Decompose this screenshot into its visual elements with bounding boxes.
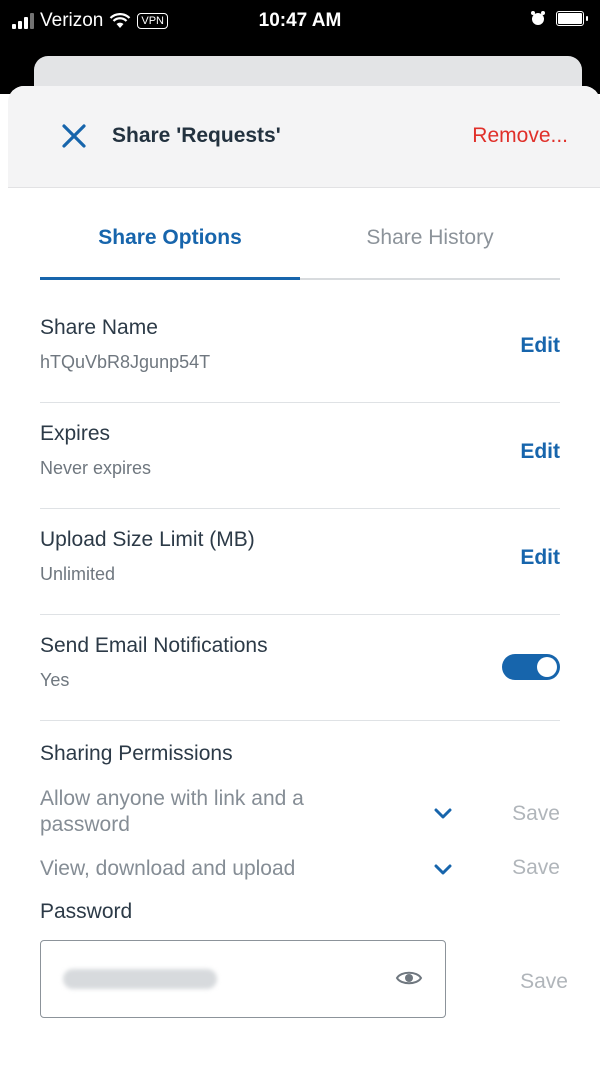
status-right: [530, 10, 588, 26]
access-permission-row: Allow anyone with link and a password Sa…: [40, 786, 560, 842]
setting-row-email-notifications: Send Email Notifications Yes: [40, 614, 560, 721]
tab-share-options[interactable]: Share Options: [40, 226, 300, 280]
remove-button[interactable]: Remove...: [472, 124, 568, 148]
eye-icon[interactable]: [395, 967, 423, 989]
email-notifications-label: Send Email Notifications: [40, 634, 268, 657]
email-notifications-value: Yes: [40, 670, 70, 690]
sheet-title: Share 'Requests': [112, 124, 281, 147]
battery-icon: [556, 10, 584, 26]
setting-row-upload-limit: Upload Size Limit (MB) Unlimited Edit: [40, 508, 560, 615]
setting-row-expires: Expires Never expires Edit: [40, 402, 560, 509]
rights-permission-row: View, download and upload Save: [40, 856, 560, 886]
rights-save-button[interactable]: Save: [512, 856, 560, 880]
chevron-down-icon[interactable]: [434, 808, 452, 820]
setting-row-share-name: Share Name hTQuVbR8Jgunp54T Edit: [40, 296, 560, 403]
password-masked-value: [63, 969, 217, 989]
upload-limit-edit-button[interactable]: Edit: [520, 546, 560, 570]
sharing-permissions-title: Sharing Permissions: [40, 742, 233, 765]
tab-share-history[interactable]: Share History: [300, 226, 560, 278]
password-field[interactable]: [40, 940, 446, 1018]
email-notifications-toggle[interactable]: [502, 654, 560, 680]
toggle-knob: [537, 657, 557, 677]
share-name-edit-button[interactable]: Edit: [520, 334, 560, 358]
tab-share-history-label: Share History: [366, 226, 494, 249]
status-time: 10:47 AM: [258, 10, 342, 31]
access-save-button[interactable]: Save: [512, 802, 560, 826]
expires-label: Expires: [40, 422, 111, 445]
alarm-icon: [531, 11, 545, 25]
close-icon[interactable]: [58, 120, 90, 152]
chevron-down-icon[interactable]: [434, 864, 452, 876]
status-bar: Verizon VPN 10:47 AM: [0, 0, 600, 44]
password-save-button[interactable]: Save: [520, 970, 568, 994]
tab-share-options-label: Share Options: [98, 226, 242, 249]
tab-bar: Share Options Share History: [40, 226, 560, 280]
battery-nub: [586, 15, 588, 21]
sheet-header: Share 'Requests' Remove...: [8, 86, 600, 188]
share-name-label: Share Name: [40, 316, 158, 339]
upload-limit-label: Upload Size Limit (MB): [40, 528, 255, 551]
access-permission-select[interactable]: Allow anyone with link and a password: [40, 786, 340, 838]
upload-limit-value: Unlimited: [40, 564, 116, 584]
expires-value: Never expires: [40, 458, 152, 478]
share-name-value: hTQuVbR8Jgunp54T: [40, 352, 211, 372]
expires-edit-button[interactable]: Edit: [520, 440, 560, 464]
rights-permission-select[interactable]: View, download and upload: [40, 856, 400, 882]
password-label: Password: [40, 900, 133, 923]
